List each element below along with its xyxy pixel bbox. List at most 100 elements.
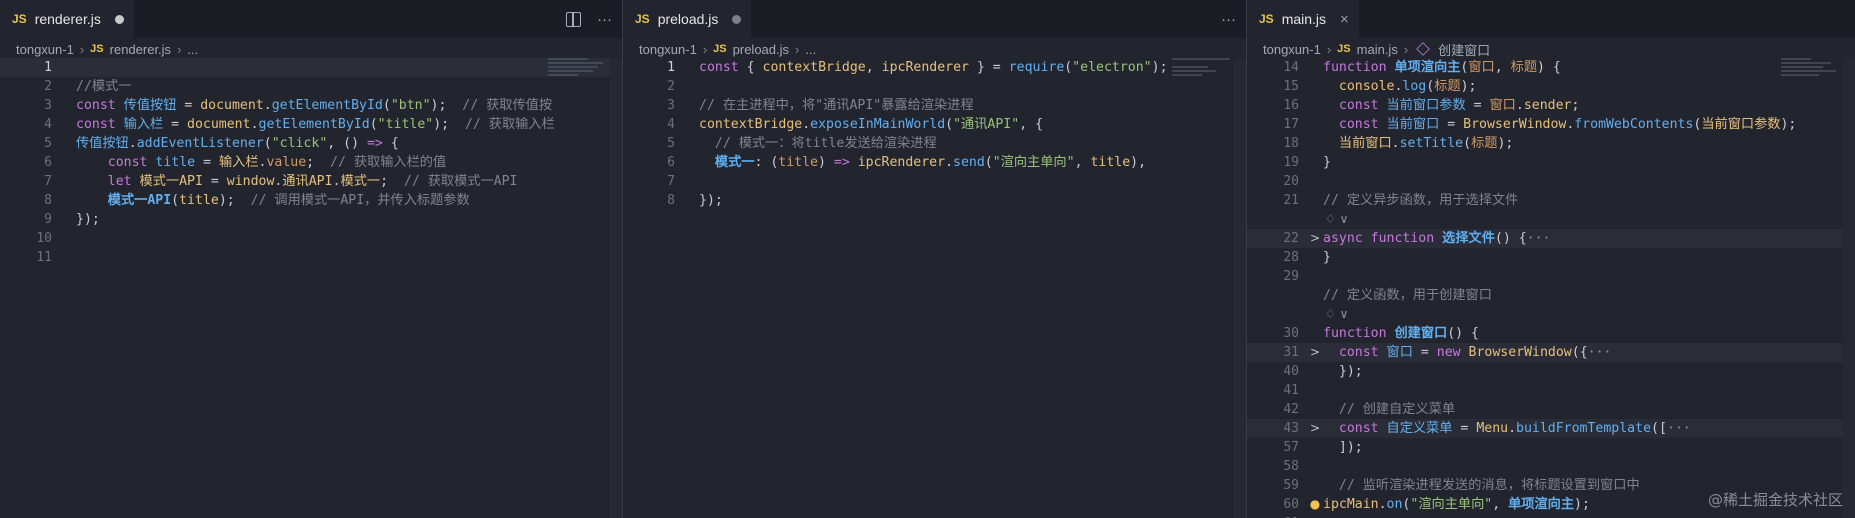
line-number: 43 [1283,421,1299,436]
code-line[interactable]: 3 const 传值按钮 = document.getElementById("b… [0,96,622,115]
codelens-row[interactable]: ♢ ∨ [1247,305,1855,324]
code-line[interactable]: 8 模式一API(title); // 调用模式一API，并传入标题参数 [0,191,622,210]
tab-actions: ··· [1221,0,1236,38]
codelens-row[interactable]: ♢ ∨ [1247,210,1855,229]
code-line[interactable]: 29 [1247,267,1855,286]
code-line[interactable]: 30 function 创建窗口() { [1247,324,1855,343]
code-line[interactable]: 18 当前窗口.setTitle(标题); [1247,134,1855,153]
code-area[interactable]: 14 function 单项渲向主(窗口, 标题) { 15 console.lo… [1247,58,1855,518]
code-line[interactable]: 31 > const 窗口 = new BrowserWindow({··· [1247,343,1855,362]
code-line[interactable]: 58 [1247,457,1855,476]
line-number: 30 [1283,326,1299,341]
unsaved-dot-icon[interactable] [732,14,742,24]
line-number: 6 [44,155,52,170]
code-line[interactable]: 1 const { contextBridge, ipcRenderer } = … [623,58,1246,77]
tab-bar: JS renderer.js ··· [0,0,622,38]
breadcrumb-folder[interactable]: tongxun-1 [639,42,697,57]
code-line[interactable]: 40 }); [1247,362,1855,381]
code-line[interactable]: 61 [1247,514,1855,518]
code-line[interactable]: 22 > async function 选择文件() {··· [1247,229,1855,248]
lightbulb-icon[interactable]: ● [1310,497,1320,511]
codelens-icon[interactable]: ♢ ∨ [1323,210,1855,229]
js-file-icon: JS [1337,43,1351,55]
breadcrumb: tongxun-1 › JS preload.js › ... [623,38,1246,60]
code-line[interactable]: 3// 在主进程中，将"通讯API"暴露给渲染进程 [623,96,1246,115]
line-number: 3 [44,98,52,113]
code-area[interactable]: 1 const { contextBridge, ipcRenderer } = … [623,58,1246,210]
code-line[interactable]: 2 [623,77,1246,96]
breadcrumb-separator: › [702,41,708,57]
code-line[interactable]: 7 [623,172,1246,191]
code-line[interactable]: 4 const 输入栏 = document.getElementById("ti… [0,115,622,134]
code-line[interactable]: 17 const 当前窗口 = BrowserWindow.fromWebCon… [1247,115,1855,134]
tab-preload-js[interactable]: JS preload.js [623,0,752,38]
code-line[interactable]: 5 // 模式一：将title发送给渲染进程 [623,134,1246,153]
fold-chevron-icon[interactable]: > [1307,343,1323,362]
line-number: 28 [1283,250,1299,265]
code-line[interactable]: 42 // 创建自定义菜单 [1247,400,1855,419]
code-line[interactable]: 16 const 当前窗口参数 = 窗口.sender; [1247,96,1855,115]
js-file-icon: JS [1259,12,1274,26]
tab-renderer-js[interactable]: JS renderer.js [0,0,134,38]
breadcrumb-symbol[interactable]: 创建窗口 [1438,40,1490,59]
code-line[interactable]: 15 console.log(标题); [1247,77,1855,96]
code-line[interactable]: 2//模式一 [0,77,622,96]
code-line[interactable]: 20 [1247,172,1855,191]
scrollbar[interactable] [1843,58,1855,518]
more-actions-icon[interactable]: ··· [597,11,612,28]
tab-label: renderer.js [34,11,101,27]
line-number: 59 [1283,478,1299,493]
scrollbar[interactable] [610,58,622,518]
breadcrumb-file[interactable]: renderer.js [110,42,171,57]
symbol-method-icon [1416,42,1430,56]
line-number: 57 [1283,440,1299,455]
scrollbar[interactable] [1234,58,1246,518]
js-file-icon: JS [713,43,727,55]
unsaved-dot-icon[interactable] [114,14,124,24]
code-line[interactable]: 1 [0,58,622,77]
code-line[interactable]: 29// 定义函数，用于创建窗口 [1247,286,1855,305]
line-number: 22 [1283,231,1299,246]
fold-chevron-icon[interactable]: > [1307,419,1323,438]
more-actions-icon[interactable]: ··· [1221,11,1236,28]
code-line[interactable]: 8}); [623,191,1246,210]
code-line[interactable]: 41 [1247,381,1855,400]
minimap[interactable] [1781,58,1841,88]
code-line[interactable]: 21// 定义异步函数，用于选择文件 [1247,191,1855,210]
split-editor-icon[interactable] [566,11,581,27]
code-line[interactable]: 10 [0,229,622,248]
code-area[interactable]: 1 2//模式一 3 const 传值按钮 = document.getEleme… [0,58,622,267]
line-number: 10 [36,231,52,246]
code-line[interactable]: 7 let 模式一API = window.通讯API.模式一; // 获取模式… [0,172,622,191]
minimap[interactable] [548,58,608,88]
close-icon[interactable]: × [1340,11,1349,28]
minimap[interactable] [1172,58,1232,88]
code-line[interactable]: 6 模式一: (title) => ipcRenderer.send("渲向主单… [623,153,1246,172]
line-number: 42 [1283,402,1299,417]
line-number: 6 [667,155,675,170]
code-line[interactable]: 14 function 单项渲向主(窗口, 标题) { [1247,58,1855,77]
code-line[interactable]: 5 传值按钮.addEventListener("click", () => { [0,134,622,153]
breadcrumb-tail[interactable]: ... [187,42,198,57]
breadcrumb-file[interactable]: preload.js [733,42,789,57]
fold-chevron-icon[interactable]: > [1307,229,1323,248]
code-line[interactable]: 57 ]); [1247,438,1855,457]
breadcrumb-folder[interactable]: tongxun-1 [16,42,74,57]
breadcrumb-separator: › [1326,41,1332,57]
tab-main-js[interactable]: JS main.js × [1247,0,1359,38]
code-line[interactable]: 28} [1247,248,1855,267]
code-line[interactable]: 4 contextBridge.exposeInMainWorld("通讯API"… [623,115,1246,134]
breadcrumb-file[interactable]: main.js [1357,42,1398,57]
code-line[interactable]: 6 const title = 输入栏.value; // 获取输入栏的值 [0,153,622,172]
line-number: 16 [1283,98,1299,113]
code-line[interactable]: 11 [0,248,622,267]
breadcrumb-tail[interactable]: ... [805,42,816,57]
line-number: 4 [667,117,675,132]
code-line[interactable]: 43 > const 自定义菜单 = Menu.buildFromTemplate… [1247,419,1855,438]
line-number: 11 [36,250,52,265]
code-line[interactable]: 9}); [0,210,622,229]
code-line[interactable]: 19} [1247,153,1855,172]
line-number: 31 [1283,345,1299,360]
codelens-icon[interactable]: ♢ ∨ [1323,305,1855,324]
breadcrumb-folder[interactable]: tongxun-1 [1263,42,1321,57]
